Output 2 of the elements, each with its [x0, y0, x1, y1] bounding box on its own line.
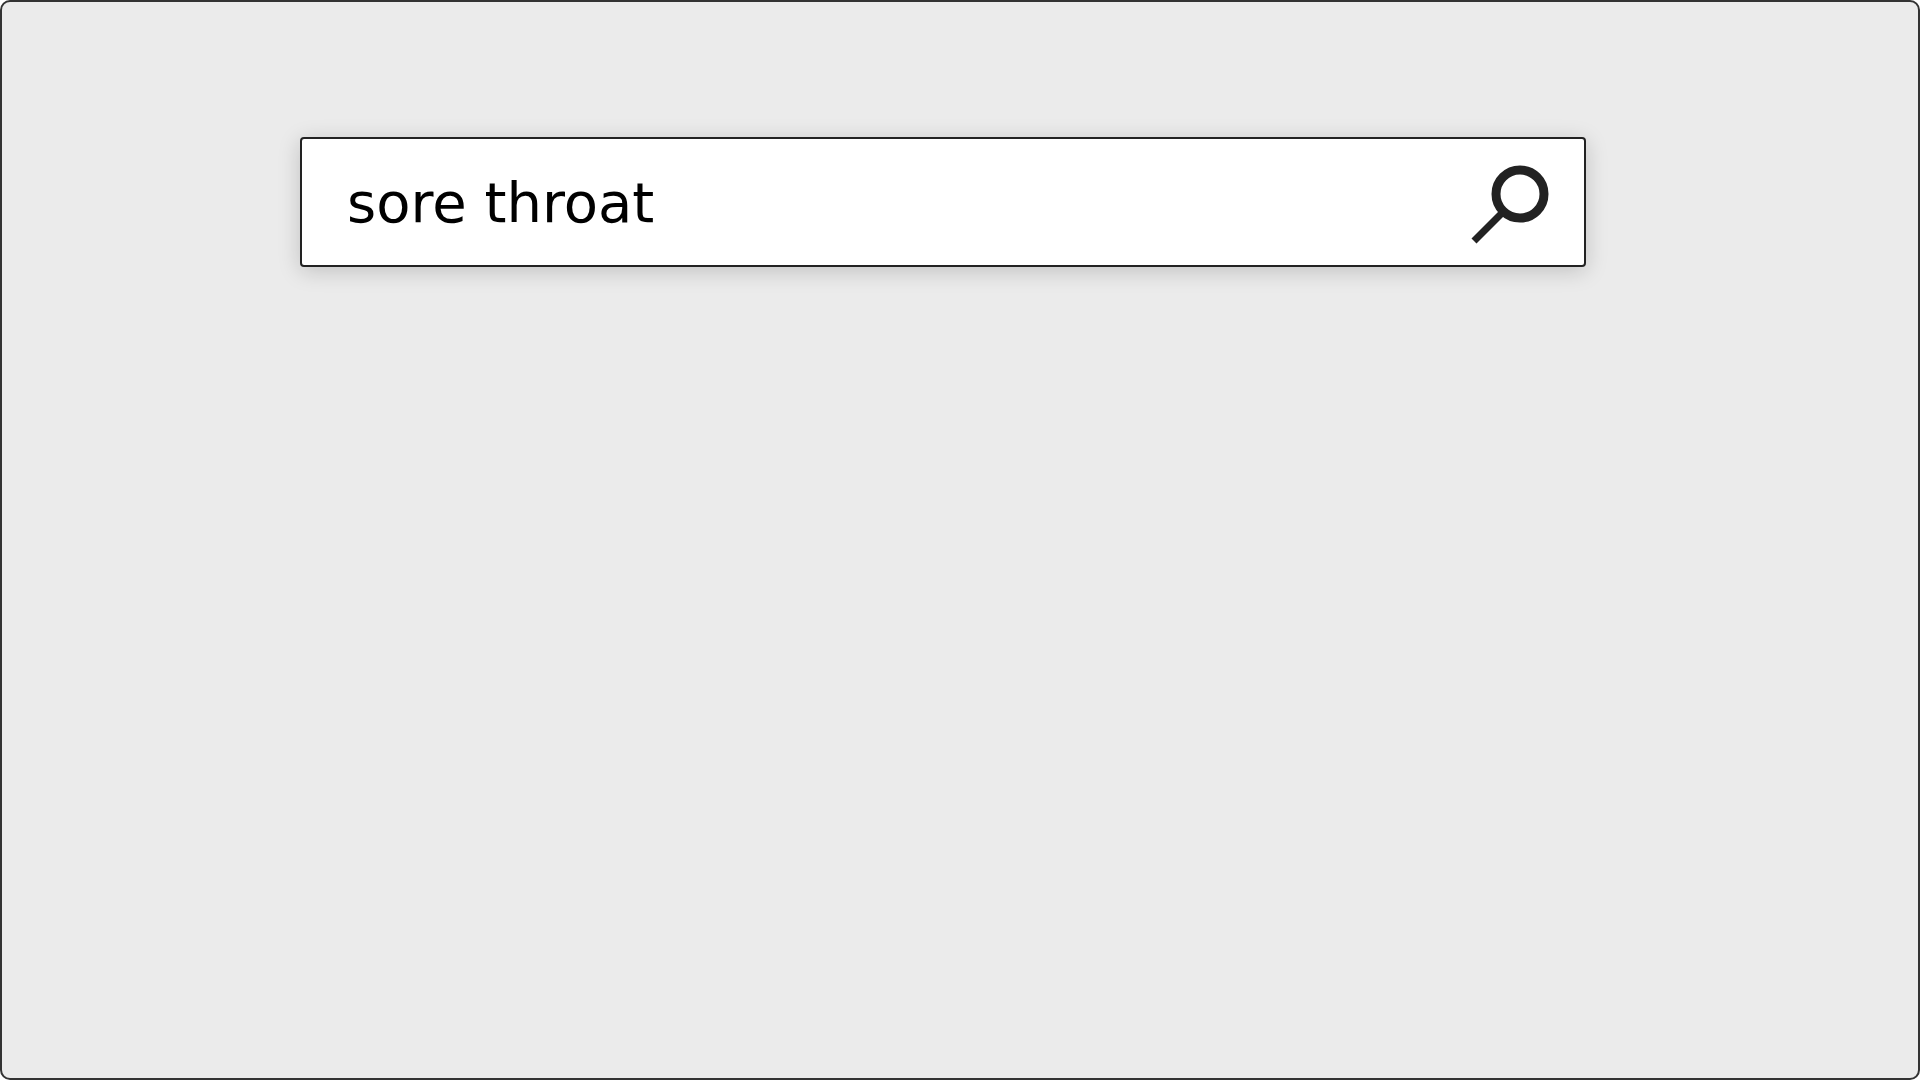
- search-field[interactable]: sore throat: [300, 137, 1586, 267]
- search-icon[interactable]: [1470, 164, 1550, 244]
